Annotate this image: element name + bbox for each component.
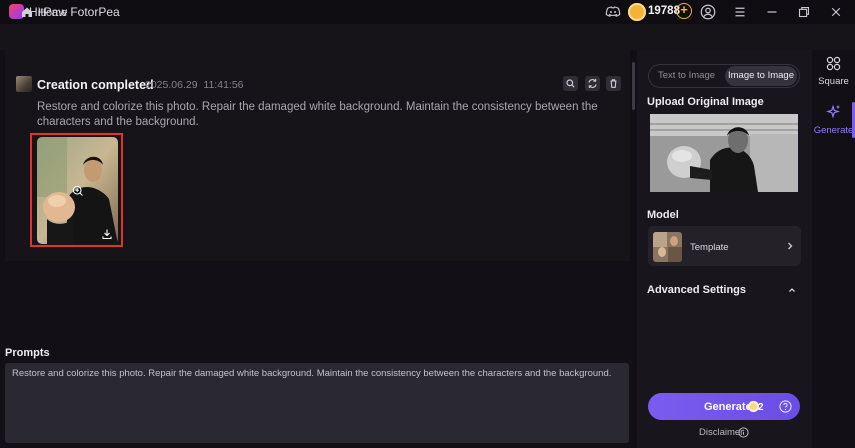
model-name: Template <box>690 242 729 253</box>
account-icon[interactable] <box>699 3 717 21</box>
regenerate-button[interactable] <box>585 76 600 91</box>
disclaimer-link[interactable]: Disclaimer <box>699 427 743 438</box>
generate-label: Generate <box>704 401 752 413</box>
navigation-bar <box>0 24 855 50</box>
upload-label: Upload Original Image <box>647 96 764 108</box>
zoom-button[interactable] <box>563 76 578 91</box>
scrollbar[interactable] <box>632 62 635 110</box>
sparkle-icon <box>826 104 841 119</box>
coin-icon <box>628 3 646 21</box>
creation-time: 11:41:56 <box>203 79 244 91</box>
menu-icon[interactable] <box>731 3 749 21</box>
creation-prompt: Restore and colorize this photo. Repair … <box>37 101 598 128</box>
discord-icon[interactable] <box>604 3 622 21</box>
prompts-label: Prompts <box>5 347 50 359</box>
nav-label-generate: Generate <box>813 125 854 136</box>
close-icon[interactable] <box>827 3 845 21</box>
generate-cost: 2 <box>758 402 764 413</box>
add-credits-icon[interactable]: + <box>676 3 692 19</box>
help-icon[interactable] <box>779 400 792 413</box>
home-link[interactable]: Home <box>38 7 67 19</box>
delete-button[interactable] <box>606 76 621 91</box>
minimize-icon[interactable] <box>763 3 781 21</box>
title-bar <box>0 0 855 24</box>
advanced-settings-label[interactable]: Advanced Settings <box>647 284 746 296</box>
tab-text-to-image[interactable]: Text to Image <box>650 66 723 86</box>
restore-window-icon[interactable] <box>795 3 813 21</box>
tab-image-to-image[interactable]: Image to Image <box>725 66 797 86</box>
nav-label-square: Square <box>818 76 849 87</box>
creation-date: 2025.06.29 <box>145 79 198 91</box>
zoom-in-icon[interactable] <box>72 185 84 197</box>
creation-timestamp: 2025.06.29 11:41:56 <box>145 79 244 91</box>
nav-item-square[interactable]: Square <box>812 54 855 94</box>
chevron-right-icon <box>785 240 795 252</box>
creation-status: Creation completed <box>37 78 154 92</box>
creation-panel-empty-area <box>5 261 630 343</box>
square-grid-icon <box>826 56 841 71</box>
credits-display[interactable]: 19788 + <box>628 2 692 22</box>
model-label: Model <box>647 209 679 221</box>
home-icon[interactable] <box>21 6 33 18</box>
creation-avatar <box>16 76 32 92</box>
info-icon[interactable] <box>738 427 749 438</box>
nav-item-generate[interactable]: Generate <box>812 100 855 140</box>
model-thumbnail <box>653 232 682 262</box>
download-icon[interactable] <box>101 228 113 240</box>
chevron-up-icon[interactable] <box>787 285 797 295</box>
uploaded-image[interactable] <box>650 114 798 192</box>
prompts-text: Restore and colorize this photo. Repair … <box>12 368 612 379</box>
